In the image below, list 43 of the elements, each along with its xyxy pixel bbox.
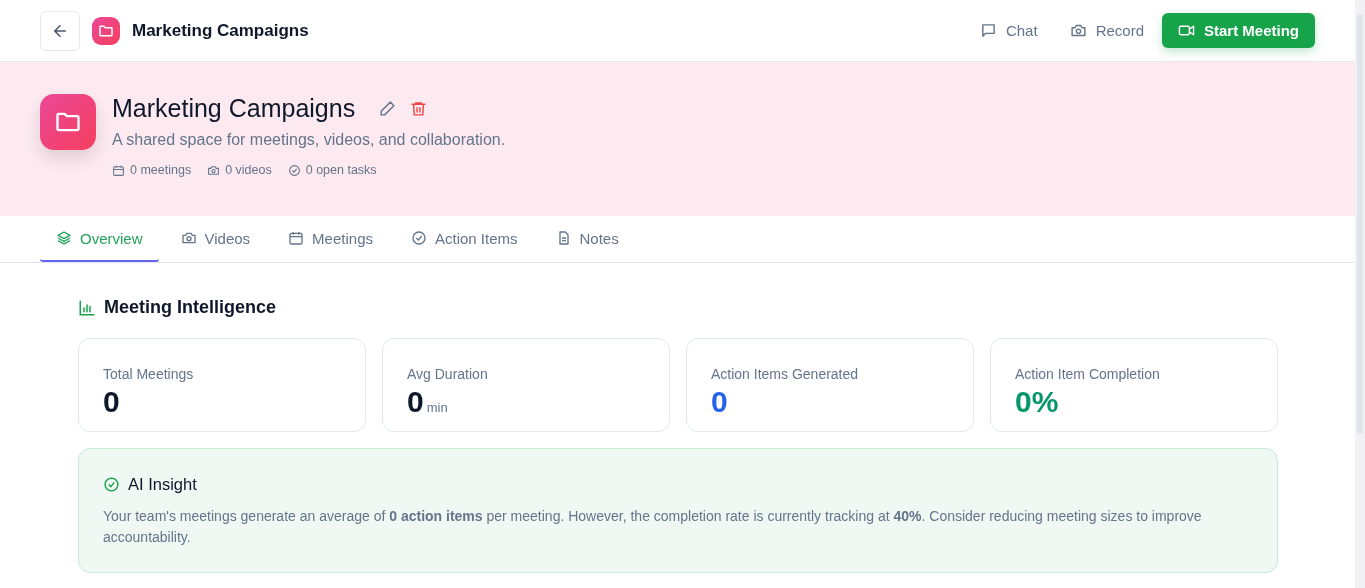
tab[interactable]: Videos — [164, 216, 267, 262]
trash-icon[interactable] — [410, 100, 428, 117]
bar-chart-icon — [78, 298, 96, 317]
folder-icon — [40, 94, 96, 150]
calendar-icon — [288, 230, 305, 246]
calendar-icon — [112, 163, 125, 177]
start-meeting-button[interactable]: Start Meeting — [1162, 13, 1315, 48]
check-circle-icon — [287, 163, 301, 177]
layers-icon — [56, 230, 72, 246]
pencil-icon[interactable] — [379, 100, 397, 117]
check-circle-icon — [103, 476, 120, 493]
workspace-title: Marketing Campaigns — [112, 94, 356, 123]
section-title: Meeting Intelligence — [104, 297, 277, 318]
camera-icon — [180, 230, 197, 246]
metric-value: 0 — [407, 385, 424, 419]
folder-icon — [92, 16, 120, 45]
tab[interactable]: Action Items — [395, 216, 534, 262]
workspace-stat: 0 meetings — [130, 163, 192, 177]
chat-icon — [979, 22, 997, 39]
tab[interactable]: Overview — [40, 216, 159, 262]
tab[interactable]: Meetings — [272, 216, 389, 262]
metric-value: 0 — [711, 385, 728, 419]
metric-label: Action Item Completion — [1015, 366, 1160, 382]
workspace-stat: 0 videos — [225, 163, 272, 177]
page-title: Marketing Campaigns — [132, 20, 309, 41]
metric-unit: min — [426, 400, 448, 415]
insight-text: Your team's meetings generate an average of 0 action items per meeting. However, the completion rate is currently tracking at 40%. Consider reducing meeting sizes to improve accountability. — [103, 507, 1203, 547]
workspace-description: A shared space for meetings, videos, and collaboration. — [112, 131, 506, 149]
header-action-button[interactable]: Record — [1055, 14, 1158, 47]
insight-title: AI Insight — [128, 475, 197, 494]
metric-label: Action Items Generated — [711, 366, 859, 382]
header-action-button[interactable]: Chat — [965, 14, 1052, 47]
metric-label: Avg Duration — [407, 366, 488, 382]
scrollbar[interactable] — [1355, 0, 1365, 588]
metric-value: 0% — [1015, 385, 1059, 419]
camera-icon — [207, 163, 221, 177]
workspace-stat: 0 open tasks — [305, 163, 377, 177]
metric-label: Total Meetings — [103, 366, 194, 382]
metric-value: 0 — [103, 385, 120, 419]
back-button[interactable] — [40, 10, 80, 51]
tab[interactable]: Notes — [539, 216, 635, 262]
check-circle-icon — [411, 230, 427, 246]
camera-icon — [1069, 22, 1087, 39]
